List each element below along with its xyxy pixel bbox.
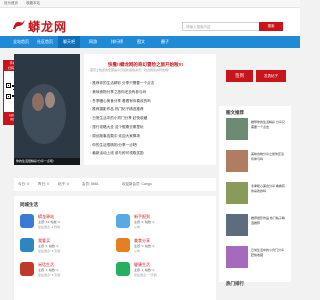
post-thumbnail[interactable] — [226, 182, 248, 204]
top-bar: 设为首页 收藏本站 — [0, 0, 300, 8]
sidebar-post[interactable]: 冬季暖心美食分享 看看有你喜欢的吗 — [226, 182, 286, 209]
stat-item: 今日: 0 — [18, 182, 29, 186]
post-title[interactable]: 日常生活中的小窍门分享 赶快收藏 — [251, 248, 286, 257]
stat-item: 昨日: 0 — [38, 182, 49, 186]
news-item[interactable]: 美味食物分享之旅你还没有参与吗 — [90, 88, 212, 97]
forum-meta: 主题: 5, 帖数: 0 — [38, 244, 59, 248]
bookmark-link[interactable]: 收藏本站 — [26, 1, 40, 6]
forum-item[interactable]: 健康生活 主题: 1, 帖数: 0 最后发表: 一天前 — [116, 262, 206, 284]
stat-item[interactable]: 欢迎新会员: Cango — [122, 182, 152, 187]
slider-caption: 你的生活很精彩!分享一点吧! — [14, 158, 80, 165]
nav-item[interactable]: 社区首页 — [34, 36, 56, 48]
forum-icon[interactable] — [20, 262, 34, 276]
news-item[interactable]: 旅行攻略大全 这个假期去哪里玩 — [90, 123, 212, 132]
nav-item[interactable]: 网游 — [82, 36, 104, 48]
forum-meta: 主题: 0, 帖数: 0 — [134, 244, 155, 248]
news-subline: 首页上热点的全部是今日最新最热资讯，欢迎阅读并转发哦! — [90, 68, 169, 72]
sidebar-post[interactable]: 推荐摄影作品 热门帖子精选推荐 — [226, 214, 286, 241]
forum-icon[interactable] — [116, 262, 130, 276]
search-button[interactable]: 搜索 — [259, 22, 283, 31]
forum-icon[interactable] — [116, 238, 130, 252]
forum-icon[interactable] — [20, 214, 34, 228]
nav-item[interactable]: 全站首页 — [10, 36, 32, 48]
nav-item[interactable]: 聊天吧 — [58, 36, 80, 48]
set-homepage-link[interactable]: 设为首页 — [4, 1, 18, 6]
main-nav: 全站首页 社区首页 聊天吧 网游 排行榜 图文 圈子 — [0, 36, 300, 48]
stat-item: 会员: 8661 — [82, 182, 99, 186]
dragon-logo-icon — [13, 20, 25, 29]
forum-zone: 同城生活 蟒龙驿站 主题: 13, 帖数: 0 最后发表: 2 秒前 新手报到 主题: … — [14, 196, 216, 300]
forum-last-post: 从未 — [134, 249, 141, 253]
forum-last-post: 从未 — [134, 225, 141, 229]
sidebar-post[interactable]: 美味食物分享之旅你还没有参与吗 — [226, 150, 286, 177]
site-logo[interactable]: 蟒龙网 — [28, 18, 67, 35]
news-item[interactable]: 原创故事连载中 欢迎大家捧场 — [90, 132, 212, 141]
nav-item[interactable]: 排行榜 — [106, 36, 128, 48]
header: 蟒龙网 请输入搜索内容 搜索 — [0, 8, 300, 36]
forum-last-post: 最后发表: 5 天前 — [38, 249, 61, 253]
image-slider[interactable]: 你的生活很精彩!分享一点吧! — [14, 54, 80, 165]
nav-item[interactable]: 图文 — [130, 36, 152, 48]
sign-in-button[interactable]: 签到 — [226, 70, 253, 82]
nav-item[interactable]: 圈子 — [154, 36, 176, 48]
post-title[interactable]: 推荐摄影作品 热门帖子精选推荐 — [251, 216, 286, 225]
forum-stats: 今日: 0 昨日: 0 帖子: 4 会员: 8661 欢迎新会员: Cango — [14, 178, 216, 191]
sidebar-post[interactable]: 推荐你的生活精彩 分享只需要一个点击 — [226, 118, 286, 145]
news-list: 推荐你的生活精彩 分享只需要一个点击美味食物分享之旅你还没有参与吗冬季暖心美食分… — [90, 79, 212, 158]
sidebar-post[interactable]: 日常生活中的小窍门分享 赶快收藏 — [226, 246, 286, 273]
news-item[interactable]: 冬季暖心美食分享 看看有你喜欢的吗 — [90, 97, 212, 106]
forum-meta: 主题: 0, 帖数: 0 — [134, 220, 155, 224]
forum-meta: 主题: 13, 帖数: 0 — [38, 220, 61, 224]
post-title[interactable]: 美味食物分享之旅你还没有参与吗 — [251, 152, 286, 161]
forum-meta: 主题: 1, 帖数: 0 — [134, 268, 155, 272]
news-item[interactable]: 推荐你的生活精彩 分享只需要一个点击 — [90, 79, 212, 88]
zone-title: 同城生活 — [20, 202, 38, 207]
post-thumbnail[interactable] — [226, 150, 248, 172]
post-title[interactable]: 冬季暖心美食分享 看看有你喜欢的吗 — [251, 184, 286, 193]
sign-in-label: 签到 — [235, 73, 244, 78]
post-thumbnail[interactable] — [226, 118, 248, 140]
forum-icon[interactable] — [20, 238, 34, 252]
news-item[interactable]: 推荐摄影作品 热门帖子精选推荐 — [90, 105, 212, 114]
hot-ranking-title: 热门排行 — [226, 281, 244, 286]
forum-last-post: 最后发表: 5 天前 — [38, 273, 61, 277]
new-post-label: 发表帖子 — [264, 74, 278, 78]
forum-last-post: 最后发表: 2 秒前 — [38, 225, 61, 229]
search-input[interactable]: 请输入搜索内容 — [182, 22, 260, 31]
news-item[interactable]: 你的生活很精彩!分享一点吧! — [90, 141, 212, 150]
stat-item: 帖子: 4 — [58, 182, 69, 186]
sidebar-section-title: 图文推荐 — [226, 110, 244, 115]
forum-item[interactable]: 蟒龙驿站 主题: 13, 帖数: 0 最后发表: 2 秒前 — [20, 214, 110, 236]
forum-item[interactable]: 美食分享 主题: 0, 帖数: 0 从未 — [116, 238, 206, 260]
post-thumbnail[interactable] — [226, 214, 248, 236]
forum-icon[interactable] — [116, 214, 130, 228]
forum-last-post: 最后发表: 一天前 — [134, 273, 157, 277]
forum-meta: 主题: 2, 帖数: 0 — [38, 268, 59, 272]
news-item[interactable]: 日常生活中的小窍门分享 赶快收藏 — [90, 114, 212, 123]
slider-image — [14, 54, 80, 158]
post-title[interactable]: 推荐你的生活精彩 分享只需要一个点击 — [251, 120, 286, 129]
new-post-button[interactable]: 发表帖子 — [256, 70, 286, 82]
news-panel: 快看!!蟒龙网的奇幻冒险之旅开始啦!!! 首页上热点的全部是今日最新最热资讯，欢… — [84, 54, 216, 165]
post-thumbnail[interactable] — [226, 246, 248, 268]
forum-item[interactable]: 我要买 主题: 5, 帖数: 0 最后发表: 5 天前 — [20, 238, 110, 260]
news-item[interactable]: 最新活动上线 参与即可领取奖励 — [90, 149, 212, 158]
forum-item[interactable]: 闲话生活 主题: 2, 帖数: 0 最后发表: 5 天前 — [20, 262, 110, 284]
forum-item[interactable]: 新手报到 主题: 0, 帖数: 0 从未 — [116, 214, 206, 236]
